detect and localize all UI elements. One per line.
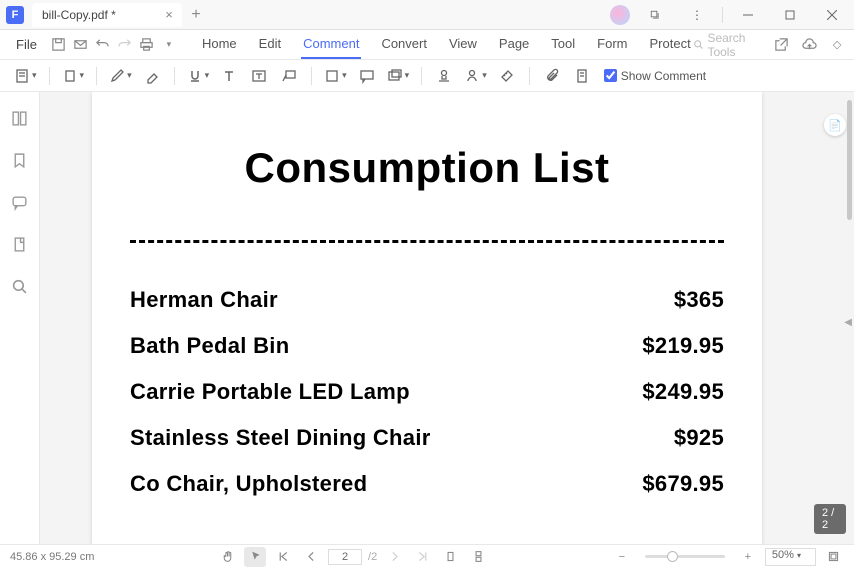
search-placeholder: Search Tools [707,31,764,59]
zoom-level-select[interactable]: 50% ▾ [765,548,816,566]
item-price: $925 [674,425,724,451]
tab-title: bill-Copy.pdf * [42,8,116,22]
save-icon[interactable] [47,32,69,58]
pencil-tool[interactable]: ▾ [105,63,136,89]
search-panel-icon[interactable] [8,274,32,298]
item-name: Stainless Steel Dining Chair [130,425,431,451]
hand-tool-icon[interactable] [216,547,238,567]
item-price: $679.95 [642,471,724,497]
measure-tool[interactable] [493,63,521,89]
redo-icon[interactable] [113,32,135,58]
close-tab-icon[interactable]: × [162,8,176,22]
item-price: $249.95 [642,379,724,405]
cloud-sync-icon[interactable] [610,5,630,25]
print-dropdown-icon[interactable]: ▾ [158,32,180,58]
zoom-out-icon[interactable]: − [611,547,633,567]
last-page-icon[interactable] [411,547,433,567]
menu-tab-comment[interactable]: Comment [301,30,361,59]
list-item: Co Chair, Upholstered $679.95 [130,471,724,497]
document-tool[interactable] [568,63,596,89]
list-item: Herman Chair $365 [130,287,724,313]
assistant-icon[interactable]: 📄 [824,114,846,136]
bookmark-panel-icon[interactable] [8,148,32,172]
document-title: Consumption List [130,144,724,192]
zoom-slider[interactable] [645,555,725,558]
item-price: $365 [674,287,724,313]
text-box-tool[interactable] [245,63,273,89]
underline-tool[interactable]: ▾ [183,63,214,89]
divider [130,240,724,243]
attachment-tool[interactable] [538,63,566,89]
menu-tab-home[interactable]: Home [200,30,239,59]
cloud-upload-icon[interactable] [799,32,821,58]
highlight-tool[interactable]: ▾ [58,63,89,89]
menu-tab-form[interactable]: Form [595,30,629,59]
collapse-ribbon-icon[interactable]: ◇ [826,32,848,58]
menu-tab-view[interactable]: View [447,30,479,59]
show-comment-checkbox[interactable] [604,69,617,82]
page-number-input[interactable] [328,549,362,565]
item-name: Herman Chair [130,287,278,313]
vertical-scrollbar[interactable] [847,100,852,220]
menu-tab-convert[interactable]: Convert [379,30,429,59]
document-tab[interactable]: bill-Copy.pdf * × [32,3,182,27]
list-item: Bath Pedal Bin $219.95 [130,333,724,359]
item-name: Carrie Portable LED Lamp [130,379,410,405]
new-tab-button[interactable]: + [186,5,206,25]
stamp-tool[interactable] [430,63,458,89]
zoom-in-icon[interactable]: + [737,547,759,567]
external-link-icon[interactable] [771,32,793,58]
show-comment-label: Show Comment [621,69,706,83]
single-page-icon[interactable] [439,547,461,567]
callout-tool[interactable] [275,63,303,89]
comment-tool[interactable] [353,63,381,89]
prev-page-icon[interactable] [300,547,322,567]
page-indicator-badge: 2 / 2 [814,504,846,534]
fit-page-icon[interactable] [822,547,844,567]
shape-tool[interactable]: ▾ [320,63,351,89]
menu-tab-page[interactable]: Page [497,30,531,59]
close-window-button[interactable] [815,2,849,28]
show-comment-toggle[interactable]: Show Comment [604,69,706,83]
maximize-button[interactable] [773,2,807,28]
signature-tool[interactable]: ▾ [460,63,491,89]
item-name: Bath Pedal Bin [130,333,289,359]
app-icon: F [6,6,24,24]
comment-panel-icon[interactable] [8,190,32,214]
thumbnail-panel-icon[interactable] [8,106,32,130]
item-name: Co Chair, Upholstered [130,471,367,497]
mail-icon[interactable] [69,32,91,58]
print-icon[interactable] [136,32,158,58]
menu-tab-tool[interactable]: Tool [549,30,577,59]
area-tool[interactable]: ▾ [383,63,414,89]
item-price: $219.95 [642,333,724,359]
note-tool[interactable]: ▾ [10,63,41,89]
list-item: Carrie Portable LED Lamp $249.95 [130,379,724,405]
next-page-icon[interactable] [383,547,405,567]
menu-tab-edit[interactable]: Edit [257,30,283,59]
attachment-panel-icon[interactable] [8,232,32,256]
document-page: Consumption List Herman Chair $365 Bath Pe… [92,92,762,544]
text-tool[interactable] [215,63,243,89]
search-tools[interactable]: Search Tools [693,31,765,59]
eraser-tool[interactable] [138,63,166,89]
menu-tab-protect[interactable]: Protect [648,30,693,59]
undo-icon[interactable] [91,32,113,58]
first-page-icon[interactable] [272,547,294,567]
kebab-menu-icon[interactable]: ⋮ [680,2,714,28]
page-dimensions: 45.86 x 95.29 cm [10,551,94,563]
continuous-page-icon[interactable] [467,547,489,567]
share-icon[interactable] [638,2,672,28]
minimize-button[interactable] [731,2,765,28]
page-total: /2 [368,551,377,563]
select-tool-icon[interactable] [244,547,266,567]
expand-right-handle[interactable]: ◀ [844,317,852,328]
zoom-slider-thumb[interactable] [667,551,678,562]
list-item: Stainless Steel Dining Chair $925 [130,425,724,451]
file-menu[interactable]: File [6,34,47,55]
